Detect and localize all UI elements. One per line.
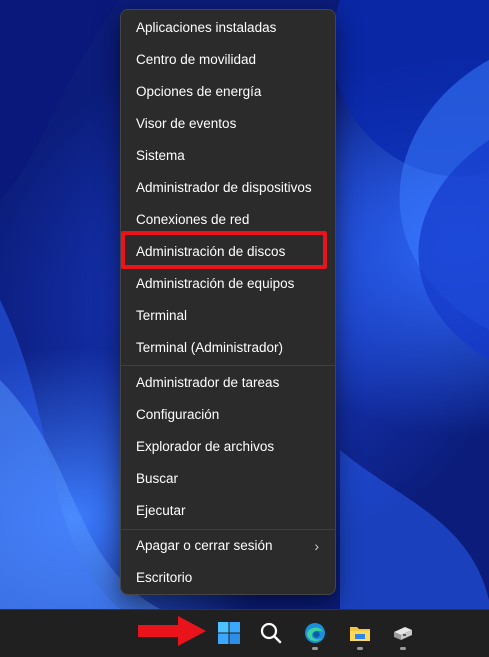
menu-item-desktop[interactable]: Escritorio <box>125 563 331 593</box>
highlight-box <box>121 231 327 269</box>
edge-browser-icon <box>305 623 325 643</box>
menu-item-run[interactable]: Ejecutar <box>125 496 331 526</box>
start-button[interactable] <box>211 615 247 651</box>
file-explorer-button[interactable] <box>342 615 378 651</box>
menu-item-settings[interactable]: Configuración <box>125 400 331 430</box>
search-icon <box>260 622 282 644</box>
running-indicator <box>400 647 406 650</box>
red-arrow-annotation <box>138 616 206 646</box>
menu-item-mobility-center[interactable]: Centro de movilidad <box>125 45 331 75</box>
file-explorer-icon <box>350 627 370 641</box>
menu-item-search[interactable]: Buscar <box>125 464 331 494</box>
app-icon <box>394 627 412 640</box>
edge-button[interactable] <box>297 615 333 651</box>
menu-item-event-viewer[interactable]: Visor de eventos <box>125 109 331 139</box>
windows-start-icon <box>218 622 240 644</box>
running-indicator <box>357 647 363 650</box>
context-menu: Aplicaciones instaladas Centro de movili… <box>120 9 336 595</box>
menu-item-label: Apagar o cerrar sesión <box>136 538 273 553</box>
menu-item-computer-management[interactable]: Administración de equipos <box>125 269 331 299</box>
running-indicator <box>312 647 318 650</box>
menu-item-power-options[interactable]: Opciones de energía <box>125 77 331 107</box>
menu-item-terminal[interactable]: Terminal <box>125 301 331 331</box>
taskbar <box>0 609 489 657</box>
menu-item-task-manager[interactable]: Administrador de tareas <box>125 368 331 398</box>
menu-item-installed-apps[interactable]: Aplicaciones instaladas <box>125 13 331 43</box>
app-button[interactable] <box>385 615 421 651</box>
menu-item-device-manager[interactable]: Administrador de dispositivos <box>125 173 331 203</box>
menu-item-terminal-admin[interactable]: Terminal (Administrador) <box>125 333 331 363</box>
search-button[interactable] <box>253 615 289 651</box>
menu-item-file-explorer[interactable]: Explorador de archivos <box>125 432 331 462</box>
chevron-right-icon: › <box>314 538 319 554</box>
menu-separator <box>121 365 335 366</box>
menu-separator <box>121 529 335 530</box>
menu-item-shutdown-signout[interactable]: Apagar o cerrar sesión › <box>125 531 331 561</box>
menu-item-system[interactable]: Sistema <box>125 141 331 171</box>
